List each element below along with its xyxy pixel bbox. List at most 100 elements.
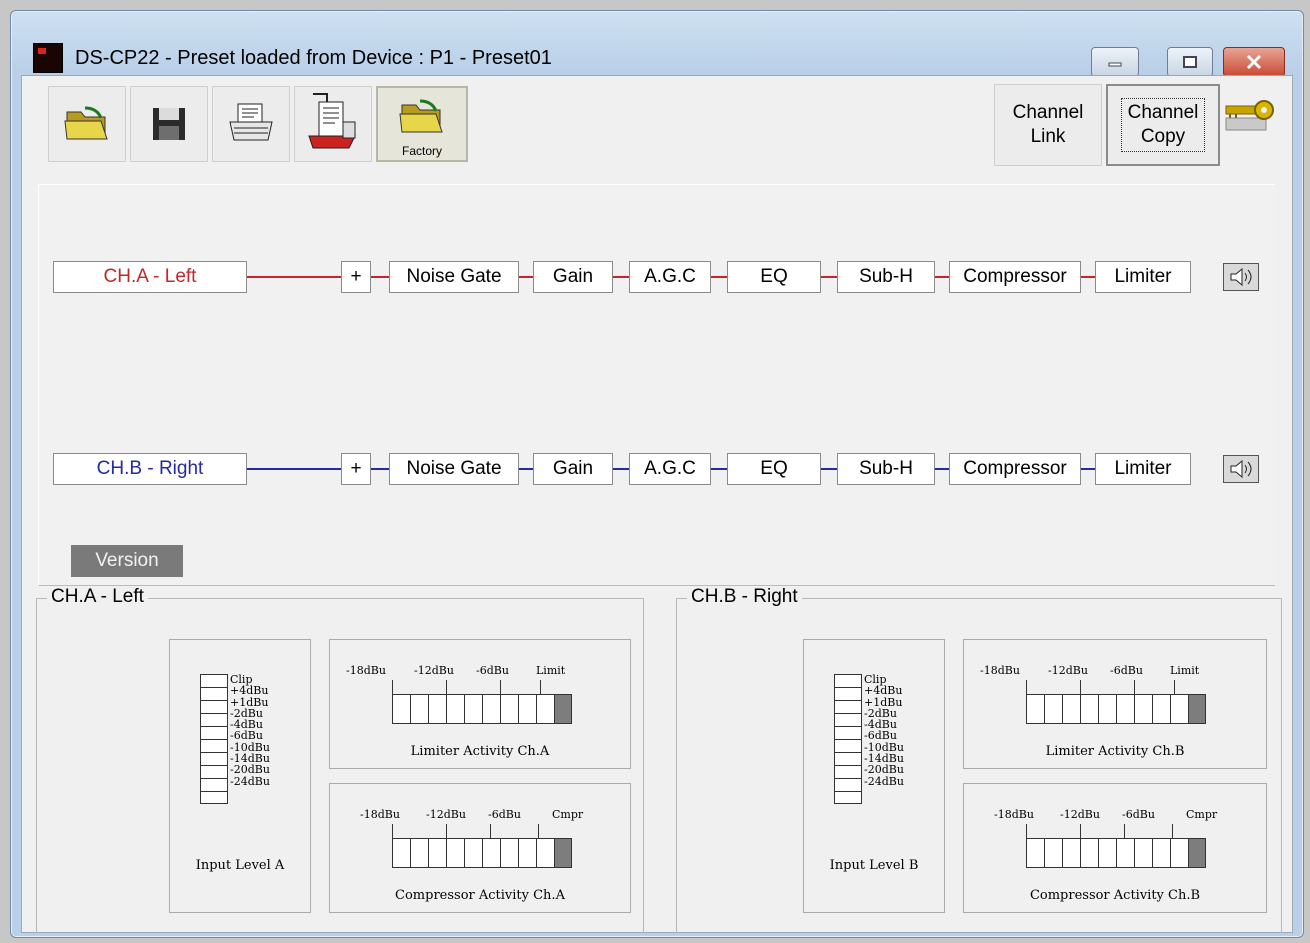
chain-a-compressor[interactable]: Compressor [949, 261, 1081, 293]
input-level-a-meter: Clip +4dBu +1dBu -2dBu -4dBu -6dBu -10dB… [169, 639, 311, 913]
save-button[interactable] [130, 86, 208, 162]
scale-label: Limit [536, 664, 566, 677]
print-button[interactable] [212, 86, 290, 162]
input-level-b-meter: Clip +4dBu +1dBu -2dBu -4dBu -6dBu -10dB… [803, 639, 945, 913]
wire [1081, 276, 1095, 278]
wire [247, 276, 341, 278]
main-client-area: Factory Channel Link Channel Copy CH.A - L… [21, 75, 1293, 933]
scale-label: +4dBu [230, 684, 269, 698]
tick [538, 824, 539, 838]
channel-link-button[interactable]: Channel Link [994, 84, 1102, 166]
chain-a-sum[interactable]: + [341, 261, 371, 293]
key-icon[interactable] [1224, 92, 1276, 142]
compressor-activity-a-meter: -18dBu -12dBu -6dBu Cmpr Compressor Acti… [329, 783, 631, 913]
wire [371, 276, 389, 278]
limiter-activity-b-meter: -18dBu -12dBu -6dBu Limit Limiter Activi… [963, 639, 1267, 769]
tick [1124, 824, 1125, 838]
scale-label: -12dBu [1048, 664, 1088, 677]
minimize-button[interactable] [1091, 47, 1139, 77]
scale-label: -12dBu [426, 808, 466, 821]
scale-label: +4dBu [864, 684, 903, 698]
input-level-b-segments [834, 674, 862, 804]
chain-a-eq[interactable]: EQ [727, 261, 821, 293]
chain-b-agc[interactable]: A.G.C [629, 453, 711, 485]
channel-a-name[interactable]: CH.A - Left [53, 261, 247, 293]
chain-b-eq[interactable]: EQ [727, 453, 821, 485]
save-disk-icon [153, 108, 185, 140]
channel-link-label: Channel Link [1013, 101, 1084, 149]
chain-b-limiter[interactable]: Limiter [1095, 453, 1191, 485]
chain-a-noise-gate[interactable]: Noise Gate [389, 261, 519, 293]
close-button[interactable] [1223, 47, 1285, 77]
tick [1172, 824, 1173, 838]
scale-label: -24dBu [230, 774, 270, 788]
factory-label: Factory [401, 144, 442, 158]
compressor-activity-b-bar [1026, 838, 1206, 868]
scale-label: Cmpr [1186, 808, 1218, 821]
scale-label: -18dBu [994, 808, 1034, 821]
chain-b-compressor[interactable]: Compressor [949, 453, 1081, 485]
print-icon [229, 103, 273, 141]
tick [1080, 680, 1081, 694]
wire [519, 276, 533, 278]
scale-label: -20dBu [864, 763, 904, 777]
limiter-activity-a-label: Limiter Activity Ch.A [410, 744, 550, 759]
tick [490, 824, 491, 838]
compressor-activity-b-label: Compressor Activity Ch.B [1029, 888, 1201, 903]
tick [500, 680, 501, 694]
wire [613, 468, 629, 470]
chain-a-limiter[interactable]: Limiter [1095, 261, 1191, 293]
scale-label: -18dBu [360, 808, 400, 821]
open-button[interactable] [48, 86, 126, 162]
compressor-activity-b-meter: -18dBu -12dBu -6dBu Cmpr Compressor Acti… [963, 783, 1267, 913]
tick [1174, 680, 1175, 694]
chain-a-agc[interactable]: A.G.C [629, 261, 711, 293]
close-icon [1246, 54, 1262, 70]
scale-label: -18dBu [980, 664, 1020, 677]
chain-b-gain[interactable]: Gain [533, 453, 613, 485]
channel-b-group: CH.B - Right Clip +4dBu +1dBu -2dBu -4dB… [676, 586, 1282, 933]
maximize-icon [1183, 56, 1197, 68]
chain-a-sub-h[interactable]: Sub-H [837, 261, 935, 293]
wire [519, 468, 533, 470]
input-level-b-label: Input Level B [829, 858, 919, 873]
limiter-activity-a-bar [392, 694, 572, 724]
chain-b-sum[interactable]: + [341, 453, 371, 485]
chain-a-gain[interactable]: Gain [533, 261, 613, 293]
chain-b-noise-gate[interactable]: Noise Gate [389, 453, 519, 485]
channel-copy-line2: Copy [1140, 126, 1186, 147]
tick [1134, 680, 1135, 694]
channel-link-line2: Link [1030, 126, 1066, 147]
chain-b-speaker-button[interactable] [1223, 455, 1259, 483]
channel-copy-button[interactable]: Channel Copy [1106, 84, 1220, 166]
tick [446, 680, 447, 694]
print-report-icon [308, 93, 356, 149]
chain-a-speaker-button[interactable] [1223, 263, 1259, 291]
channel-b-name[interactable]: CH.B - Right [53, 453, 247, 485]
wire [371, 468, 389, 470]
tick [540, 680, 541, 694]
input-level-b-scale: Clip +4dBu +1dBu -2dBu -4dBu -6dBu -10dB… [864, 674, 904, 787]
channel-a-group: CH.A - Left Clip +4dBu +1dBu -2dBu -4dBu… [36, 586, 644, 933]
maximize-button[interactable] [1167, 47, 1213, 77]
scale-label: -20dBu [230, 763, 270, 777]
input-level-a-segments [200, 674, 228, 804]
channel-b-group-title: CH.B - Right [687, 586, 802, 608]
wire [821, 468, 837, 470]
limiter-activity-b-bar [1026, 694, 1206, 724]
wire [613, 276, 629, 278]
chain-b-sub-h[interactable]: Sub-H [837, 453, 935, 485]
minimize-icon [1108, 62, 1122, 67]
factory-button[interactable]: Factory [376, 86, 468, 162]
wire [935, 468, 949, 470]
print-report-button[interactable] [294, 86, 372, 162]
version-button[interactable]: Version [71, 545, 183, 577]
wire [247, 468, 341, 470]
open-folder-icon [64, 106, 108, 140]
channel-copy-line1: Channel [1127, 102, 1199, 123]
compressor-activity-a-bar [392, 838, 572, 868]
scale-label: -6dBu [488, 808, 521, 821]
channel-a-group-title: CH.A - Left [47, 586, 148, 608]
wire [711, 468, 727, 470]
wire [1081, 468, 1095, 470]
